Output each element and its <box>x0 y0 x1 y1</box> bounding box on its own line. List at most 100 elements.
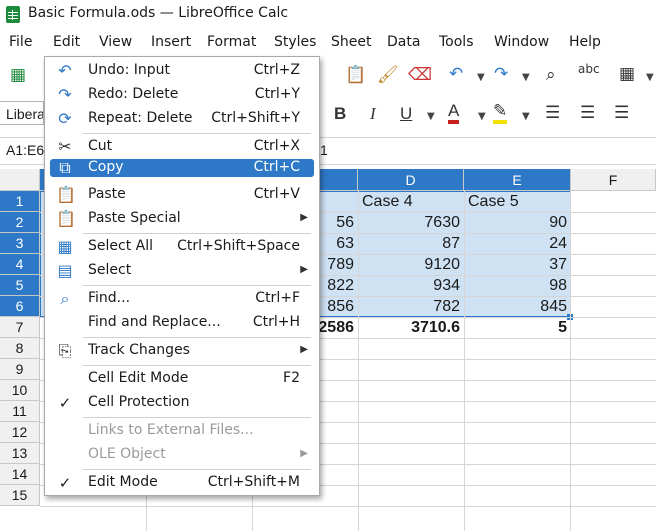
cell-e4[interactable]: 37 <box>464 254 571 275</box>
menu-item-undo[interactable]: ↶ Undo: Input Ctrl+Z <box>50 59 314 83</box>
cell-d7[interactable]: 3710.6 <box>358 317 464 338</box>
find-replace-icon[interactable]: ⌕ <box>546 65 556 85</box>
menu-view[interactable]: View <box>99 34 132 50</box>
row-header[interactable]: 13 <box>0 443 40 464</box>
menu-help[interactable]: Help <box>569 34 601 50</box>
menu-edit[interactable]: Edit <box>53 34 81 50</box>
cell-e2[interactable]: 90 <box>464 212 571 233</box>
chevron-down-icon[interactable]: ▼ <box>522 111 530 122</box>
chevron-down-icon[interactable]: ▼ <box>522 72 530 83</box>
cell-e5[interactable]: 98 <box>464 275 571 296</box>
column-header-e[interactable]: E <box>464 169 571 191</box>
paste-icon: 📋 <box>56 185 76 204</box>
spelling-icon[interactable]: abc <box>578 62 600 76</box>
redo-icon: ↷ <box>58 85 72 104</box>
font-name-box[interactable]: Libera <box>0 101 44 125</box>
row-header[interactable]: 14 <box>0 464 40 485</box>
menu-item-copy[interactable]: ⧉ Copy Ctrl+C <box>50 159 314 177</box>
menu-item-edit-mode[interactable]: ✓ Edit Mode Ctrl+Shift+M <box>50 471 314 495</box>
select-all-corner[interactable] <box>0 169 40 191</box>
menu-item-links-external[interactable]: Links to External Files... <box>50 419 314 443</box>
menu-item-repeat[interactable]: ⟳ Repeat: Delete Ctrl+Shift+Y <box>50 107 314 131</box>
undo-icon[interactable]: ↶ <box>449 64 463 84</box>
chevron-down-icon[interactable]: ▼ <box>427 111 435 122</box>
row-header[interactable]: 15 <box>0 485 40 506</box>
chevron-down-icon[interactable]: ▼ <box>646 72 654 83</box>
row-header[interactable]: 10 <box>0 380 40 401</box>
cell-d4[interactable]: 9120 <box>358 254 464 275</box>
cell-d1[interactable]: Case 4 <box>358 191 464 212</box>
column-header-f[interactable]: F <box>571 169 656 191</box>
row-icon[interactable]: ▦ <box>619 64 635 84</box>
menu-tools[interactable]: Tools <box>439 34 474 50</box>
redo-icon[interactable]: ↷ <box>494 64 508 84</box>
title-bar: Basic Formula.ods — LibreOffice Calc <box>0 0 656 30</box>
menu-item-cut[interactable]: ✂ Cut Ctrl+X <box>50 135 314 159</box>
menu-window[interactable]: Window <box>494 34 549 50</box>
row-header[interactable]: 6 <box>0 296 40 317</box>
cell-e6[interactable]: 845 <box>464 296 571 317</box>
new-spreadsheet-icon[interactable]: ▦ <box>10 65 26 85</box>
menu-item-paste-special[interactable]: 📋 Paste Special ▶ <box>50 207 314 231</box>
menu-item-select[interactable]: ▤ Select ▶ <box>50 259 314 283</box>
submenu-arrow-icon: ▶ <box>300 212 308 223</box>
row-header[interactable]: 2 <box>0 212 40 233</box>
submenu-arrow-icon: ▶ <box>300 448 308 459</box>
menu-item-cell-edit-mode[interactable]: Cell Edit Mode F2 <box>50 367 314 391</box>
align-center-icon[interactable]: ☰ <box>580 103 595 123</box>
bold-icon[interactable]: B <box>334 104 346 124</box>
menu-data[interactable]: Data <box>387 34 420 50</box>
cell-d6[interactable]: 782 <box>358 296 464 317</box>
row-header[interactable]: 8 <box>0 338 40 359</box>
menu-item-find-replace[interactable]: Find and Replace... Ctrl+H <box>50 311 314 335</box>
row-header[interactable]: 4 <box>0 254 40 275</box>
menu-styles[interactable]: Styles <box>274 34 316 50</box>
formula-input[interactable]: 1 <box>320 140 328 160</box>
italic-icon[interactable]: I <box>370 104 376 124</box>
cell-e7[interactable]: 5 <box>464 317 571 338</box>
menu-item-cell-protection[interactable]: ✓ Cell Protection <box>50 391 314 415</box>
align-left-icon[interactable]: ☰ <box>545 103 560 123</box>
font-color-icon[interactable]: A <box>448 102 460 124</box>
cell-d3[interactable]: 87 <box>358 233 464 254</box>
clone-formatting-icon[interactable]: 🖌 <box>377 65 399 85</box>
select-all-icon: ▦ <box>57 237 73 256</box>
cell-d5[interactable]: 934 <box>358 275 464 296</box>
menu-sheet[interactable]: Sheet <box>331 34 371 50</box>
menu-item-paste[interactable]: 📋 Paste Ctrl+V <box>50 183 314 207</box>
scissors-icon: ✂ <box>58 137 72 156</box>
menu-item-ole-object[interactable]: OLE Object ▶ <box>50 443 314 467</box>
row-header[interactable]: 7 <box>0 317 40 338</box>
copy-icon: ⧉ <box>59 158 71 177</box>
row-header[interactable]: 1 <box>0 191 40 212</box>
align-right-icon[interactable]: ☰ <box>614 103 629 123</box>
cell-e3[interactable]: 24 <box>464 233 571 254</box>
menu-separator <box>83 133 311 134</box>
clear-formatting-icon[interactable]: ⌫ <box>408 65 432 85</box>
paste-icon[interactable]: 📋 <box>345 65 366 85</box>
menu-format[interactable]: Format <box>207 34 256 50</box>
column-header-d[interactable]: D <box>358 169 464 191</box>
menu-file[interactable]: File <box>9 34 32 50</box>
menu-insert[interactable]: Insert <box>151 34 191 50</box>
row-header[interactable]: 3 <box>0 233 40 254</box>
chevron-down-icon[interactable]: ▼ <box>478 111 486 122</box>
undo-icon: ↶ <box>58 61 72 80</box>
menu-item-redo[interactable]: ↷ Redo: Delete Ctrl+Y <box>50 83 314 107</box>
repeat-icon: ⟳ <box>58 109 72 128</box>
row-header[interactable]: 11 <box>0 401 40 422</box>
cell-d2[interactable]: 7630 <box>358 212 464 233</box>
chevron-down-icon[interactable]: ▼ <box>477 72 485 83</box>
edit-menu-dropdown: ↶ Undo: Input Ctrl+Z ↷ Redo: Delete Ctrl… <box>44 56 320 496</box>
underline-icon[interactable]: U <box>400 104 412 124</box>
row-header[interactable]: 9 <box>0 359 40 380</box>
menu-item-find[interactable]: ⌕ Find... Ctrl+F <box>50 287 314 311</box>
row-header[interactable]: 5 <box>0 275 40 296</box>
row-header[interactable]: 12 <box>0 422 40 443</box>
menu-item-select-all[interactable]: ▦ Select All Ctrl+Shift+Space <box>50 235 314 259</box>
cell-e1[interactable]: Case 5 <box>464 191 571 212</box>
name-box[interactable]: A1:E6 <box>0 140 44 160</box>
menu-separator <box>83 337 311 338</box>
menu-item-track-changes[interactable]: ⎘ Track Changes ▶ <box>50 339 314 363</box>
highlight-color-icon[interactable]: ✎ <box>493 102 508 124</box>
